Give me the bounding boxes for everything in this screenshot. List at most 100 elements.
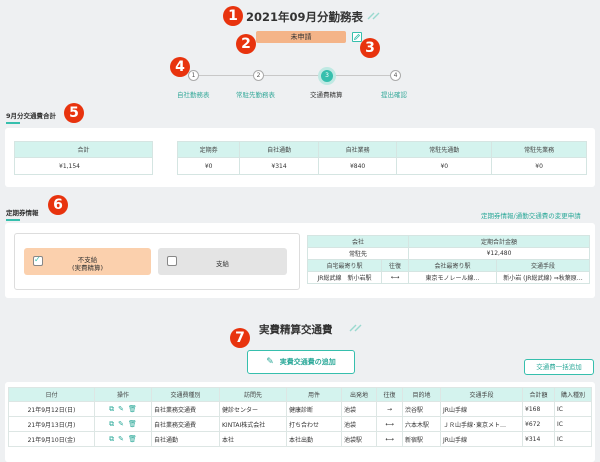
commute-total-card: 合計 ¥1,154 定期券 自社通勤 自社業務 常駐先通勤 常駐先業務 ¥0 ¥… xyxy=(5,128,595,187)
date-cell: 21年9月10日(金) xyxy=(8,431,95,447)
edit-status-button[interactable] xyxy=(352,32,362,42)
pencil-icon: ✎ xyxy=(266,357,274,367)
marker-1: 1 xyxy=(223,6,243,26)
row-actions: ⧉ ✎ 🗑 xyxy=(94,431,152,447)
table-row: 21年9月12日(日) ⧉ ✎ 🗑 自社業務交通費 健診センター 健康診断 池袋 →… xyxy=(8,401,592,417)
pass-change-link[interactable]: 定期券情報/通勤交通費の変更申請 xyxy=(481,210,581,220)
stepper-line xyxy=(196,75,396,76)
copy-icon[interactable]: ⧉ xyxy=(109,420,114,429)
transport-cell: ＪＲ山手線･東京メト… xyxy=(440,416,523,432)
marker-7: 7 xyxy=(230,328,250,348)
exp-header: 交通手段 xyxy=(440,387,523,402)
direction-cell: → xyxy=(376,401,403,417)
step-label-own-timesheet[interactable]: 自社勤務表 xyxy=(177,89,210,99)
breakdown-header: 自社業務 xyxy=(317,141,398,158)
breakdown-value: ¥840 xyxy=(317,157,398,175)
pencil-icon[interactable]: ✎ xyxy=(118,435,124,443)
option-unpaid[interactable]: ✓ 不支給 (実費精算) xyxy=(24,248,151,275)
purpose-cell: 本社出勤 xyxy=(286,431,342,447)
page-title: 2021年09月分勤務表 xyxy=(246,10,364,24)
section-underline xyxy=(6,219,20,221)
amount-cell: ¥168 xyxy=(522,401,555,417)
expenses-card: 日付 操作 交通費種別 訪問先 用件 出発地 往復 目的地 交通手段 合計額 購… xyxy=(5,382,595,462)
exp-header: 操作 xyxy=(94,387,152,402)
transport-cell: JR山手線 xyxy=(440,401,523,417)
route-value: 新小岩 (JR総武線) ⇒秋葉原… xyxy=(496,271,590,284)
route-header: 会社最寄り駅 xyxy=(408,259,497,272)
exp-header: 日付 xyxy=(8,387,95,402)
add-expense-label: 実費交通費の追加 xyxy=(279,358,336,366)
option-paid[interactable]: 支給 xyxy=(158,248,287,275)
copy-icon[interactable]: ⧉ xyxy=(109,405,114,414)
type-cell: 自社業務交通費 xyxy=(151,401,220,417)
pass-info-card: ✓ 不支給 (実費精算) 支給 会社 定期合計金額 常駐先 ¥12,480 自宅… xyxy=(5,223,595,298)
visit-cell: 本社 xyxy=(219,431,287,447)
transport-cell: JR山手線 xyxy=(440,431,523,447)
breakdown-value: ¥0 xyxy=(491,157,587,175)
row-actions: ⧉ ✎ 🗑 xyxy=(94,401,152,417)
type-cell: 自社通勤 xyxy=(151,431,220,447)
commute-total-label: 9月分交通費合計 xyxy=(6,112,57,120)
route-value: ⟷ xyxy=(381,271,409,284)
commute-total-section-label: 9月分交通費合計 xyxy=(6,110,56,124)
exp-header: 購入種別 xyxy=(554,387,592,402)
step-1[interactable]: 1 xyxy=(188,70,199,81)
dest-cell: 六本木駅 xyxy=(402,416,441,432)
marker-5: 5 xyxy=(64,103,84,123)
exp-header: 出発地 xyxy=(341,387,377,402)
trash-icon[interactable]: 🗑 xyxy=(128,405,137,413)
origin-cell: 池袋 xyxy=(341,401,377,417)
amount-cell: ¥314 xyxy=(522,431,555,447)
breakdown-table: 定期券 自社通勤 自社業務 常駐先通勤 常駐先業務 ¥0 ¥314 ¥840 ¥… xyxy=(176,141,587,175)
title-decoration-icon xyxy=(349,324,362,332)
step-2[interactable]: 2 xyxy=(253,70,264,81)
exp-header: 合計額 xyxy=(522,387,555,402)
direction-cell: ⟷ xyxy=(376,416,403,432)
pencil-icon[interactable]: ✎ xyxy=(118,405,124,413)
marker-2: 2 xyxy=(236,34,256,54)
marker-6: 6 xyxy=(48,195,68,215)
trash-icon[interactable]: 🗑 xyxy=(128,420,137,428)
visit-cell: 健診センター xyxy=(219,401,287,417)
purchase-cell: IC xyxy=(554,431,592,447)
origin-cell: 池袋 xyxy=(341,416,377,432)
step-label-client-timesheet[interactable]: 常駐先勤務表 xyxy=(236,89,275,99)
breakdown-value: ¥0 xyxy=(176,157,241,175)
marker-4: 4 xyxy=(170,57,190,77)
edit-icon xyxy=(353,33,361,41)
step-4[interactable]: 4 xyxy=(390,70,401,81)
table-row: 21年9月10日(金) ⧉ ✎ 🗑 自社通勤 本社 本社出勤 池袋駅 ⟷ 新宿駅 J… xyxy=(8,431,592,447)
pass-info-label: 定期券情報 xyxy=(6,209,39,217)
breakdown-header: 定期券 xyxy=(176,141,241,158)
route-header: 交通手段 xyxy=(496,259,590,272)
purpose-cell: 健康診断 xyxy=(286,401,342,417)
company-header: 会社 xyxy=(307,235,409,248)
step-3[interactable]: 3 xyxy=(318,67,336,85)
dest-cell: 渋谷駅 xyxy=(402,401,441,417)
trash-icon[interactable]: 🗑 xyxy=(128,435,137,443)
copy-icon[interactable]: ⧉ xyxy=(109,435,114,444)
purchase-cell: IC xyxy=(554,401,592,417)
row-actions: ⧉ ✎ 🗑 xyxy=(94,416,152,432)
total-header: 合計 xyxy=(14,141,153,158)
pass-info-section-label: 定期券情報 xyxy=(6,207,39,221)
section-underline xyxy=(6,122,20,124)
pencil-icon[interactable]: ✎ xyxy=(118,420,124,428)
direction-cell: ⟷ xyxy=(376,431,403,447)
total-table: 合計 ¥1,154 xyxy=(14,141,153,175)
exp-header: 往復 xyxy=(376,387,403,402)
expenses-title: 実費精算交通費 xyxy=(259,324,333,336)
route-header: 往復 xyxy=(381,259,409,272)
add-expense-button[interactable]: ✎ 実費交通費の追加 xyxy=(247,350,355,374)
table-row: 21年9月13日(月) ⧉ ✎ 🗑 自社業務交通費 KINTAI株式会社 打ち合わせ… xyxy=(8,416,592,432)
date-cell: 21年9月12日(日) xyxy=(8,401,95,417)
date-cell: 21年9月13日(月) xyxy=(8,416,95,432)
exp-header: 交通費種別 xyxy=(151,387,220,402)
purchase-cell: IC xyxy=(554,416,592,432)
breakdown-header: 自社通勤 xyxy=(239,141,319,158)
bulk-add-button[interactable]: 交通費一括追加 xyxy=(524,359,594,375)
exp-header: 目的地 xyxy=(402,387,441,402)
step-label-submit[interactable]: 提出確認 xyxy=(381,89,407,99)
pass-detail-table: 会社 定期合計金額 常駐先 ¥12,480 自宅最寄り駅 往復 会社最寄り駅 交… xyxy=(307,235,590,284)
pass-total-header: 定期合計金額 xyxy=(408,235,590,248)
